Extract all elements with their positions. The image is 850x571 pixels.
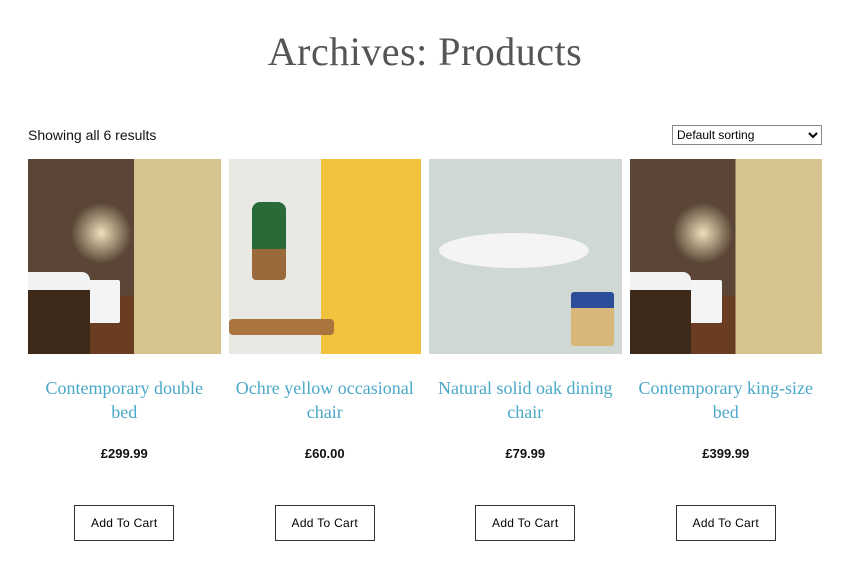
- result-count: Showing all 6 results: [28, 127, 156, 143]
- add-to-cart-button[interactable]: Add To Cart: [275, 505, 375, 541]
- product-thumbnail[interactable]: [229, 159, 422, 354]
- product-price: £79.99: [505, 446, 545, 461]
- add-to-cart-button[interactable]: Add To Cart: [74, 505, 174, 541]
- product-card: Natural solid oak dining chair £79.99 Ad…: [429, 159, 622, 541]
- add-to-cart-button[interactable]: Add To Cart: [676, 505, 776, 541]
- product-title-link[interactable]: Contemporary king-size bed: [634, 376, 819, 426]
- product-price: £299.99: [101, 446, 148, 461]
- page-title: Archives: Products: [28, 28, 822, 75]
- product-grid: Contemporary double bed £299.99 Add To C…: [28, 159, 822, 541]
- product-thumbnail[interactable]: [28, 159, 221, 354]
- product-card: Contemporary king-size bed £399.99 Add T…: [630, 159, 823, 541]
- toolbar: Showing all 6 results Default sorting: [28, 125, 822, 145]
- product-title-link[interactable]: Natural solid oak dining chair: [433, 376, 618, 426]
- product-thumbnail[interactable]: [429, 159, 622, 354]
- sort-select[interactable]: Default sorting: [672, 125, 822, 145]
- product-card: Contemporary double bed £299.99 Add To C…: [28, 159, 221, 541]
- product-price: £399.99: [702, 446, 749, 461]
- add-to-cart-button[interactable]: Add To Cart: [475, 505, 575, 541]
- product-card: Ochre yellow occasional chair £60.00 Add…: [229, 159, 422, 541]
- product-title-link[interactable]: Ochre yellow occasional chair: [233, 376, 418, 426]
- product-price: £60.00: [305, 446, 345, 461]
- product-thumbnail[interactable]: [630, 159, 823, 354]
- product-title-link[interactable]: Contemporary double bed: [32, 376, 217, 426]
